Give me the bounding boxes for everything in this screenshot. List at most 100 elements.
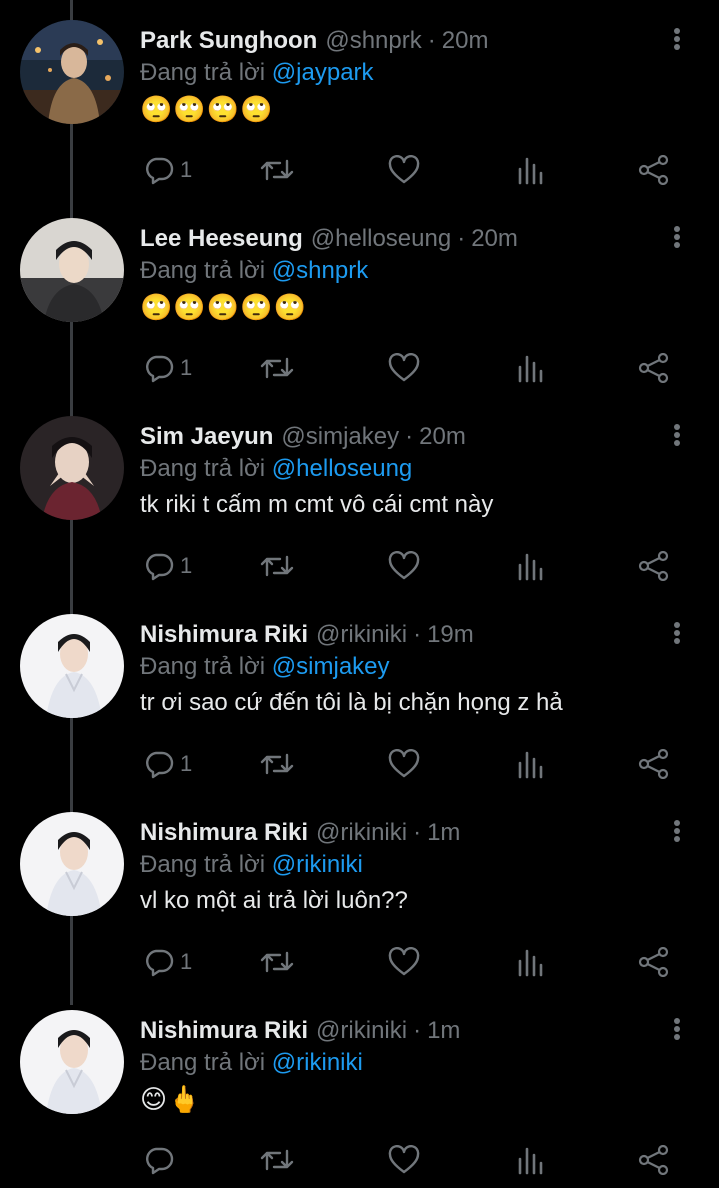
reply-count: 1 bbox=[180, 949, 193, 974]
reply-button[interactable] bbox=[144, 1142, 180, 1178]
view-stats-button[interactable] bbox=[516, 944, 544, 980]
avatar[interactable] bbox=[20, 218, 124, 322]
reply-icon bbox=[146, 751, 174, 779]
tweet-text: vl ko một ai trả lời luôn?? bbox=[140, 887, 408, 914]
reply-icon bbox=[146, 1147, 174, 1175]
mention-link[interactable]: @jaypark bbox=[272, 59, 374, 86]
tweet-item[interactable]: Nishimura Riki @rikiniki · 1m Đang trả lời … bbox=[0, 990, 719, 1188]
share-button[interactable] bbox=[638, 746, 670, 782]
view-stats-button[interactable] bbox=[516, 152, 544, 188]
replying-to-label: Đang trả lời bbox=[140, 653, 266, 680]
retweet-button[interactable] bbox=[260, 350, 294, 386]
reply-button[interactable]: 1 bbox=[144, 152, 192, 188]
view-stats-button[interactable] bbox=[516, 350, 544, 386]
replying-to-label: Đang trả lời bbox=[140, 851, 266, 878]
display-name[interactable]: Nishimura Riki bbox=[140, 621, 308, 648]
avatar[interactable] bbox=[20, 614, 124, 718]
reply-count: 1 bbox=[180, 355, 193, 380]
user-handle[interactable]: @rikiniki bbox=[316, 1017, 407, 1044]
tweet-item[interactable]: Park Sunghoon @shnprk · 20m Đang trả lời @j… bbox=[0, 0, 719, 198]
share-button[interactable] bbox=[638, 350, 670, 386]
timestamp[interactable]: 1m bbox=[427, 1017, 460, 1044]
heart-icon bbox=[388, 1145, 420, 1174]
retweet-icon bbox=[260, 357, 294, 379]
more-options-icon[interactable] bbox=[665, 1014, 689, 1044]
display-name[interactable]: Park Sunghoon bbox=[140, 27, 317, 54]
like-button[interactable] bbox=[388, 746, 420, 782]
view-stats-button[interactable] bbox=[516, 548, 544, 584]
like-button[interactable] bbox=[388, 944, 420, 980]
user-handle[interactable]: @simjakey bbox=[281, 423, 399, 450]
tweet-header: Lee Heeseung @helloseung · 20m bbox=[140, 224, 659, 254]
display-name[interactable]: Lee Heeseung bbox=[140, 225, 303, 252]
stats-icon bbox=[518, 751, 543, 779]
user-handle[interactable]: @helloseung bbox=[311, 225, 451, 252]
reply-button[interactable]: 1 bbox=[144, 944, 192, 980]
more-options-icon[interactable] bbox=[665, 420, 689, 450]
reply-button[interactable]: 1 bbox=[144, 746, 192, 782]
display-name[interactable]: Nishimura Riki bbox=[140, 819, 308, 846]
view-stats-button[interactable] bbox=[516, 746, 544, 782]
tweet-item[interactable]: Sim Jaeyun @simjakey · 20m Đang trả lời @he… bbox=[0, 396, 719, 594]
share-icon bbox=[638, 551, 669, 581]
timestamp[interactable]: 20m bbox=[471, 225, 518, 252]
like-button[interactable] bbox=[388, 1142, 420, 1178]
stats-icon bbox=[518, 157, 543, 185]
retweet-icon bbox=[260, 951, 294, 973]
reply-button[interactable]: 1 bbox=[144, 548, 192, 584]
mention-link[interactable]: @rikiniki bbox=[272, 851, 363, 878]
avatar[interactable] bbox=[20, 20, 124, 124]
retweet-button[interactable] bbox=[260, 548, 294, 584]
more-options-icon[interactable] bbox=[665, 618, 689, 648]
mention-link[interactable]: @shnprk bbox=[272, 257, 368, 284]
more-options-icon[interactable] bbox=[665, 816, 689, 846]
timestamp[interactable]: 20m bbox=[442, 27, 489, 54]
display-name[interactable]: Nishimura Riki bbox=[140, 1017, 308, 1044]
tweet-text: 🙄🙄🙄🙄 bbox=[140, 94, 274, 124]
retweet-button[interactable] bbox=[260, 152, 294, 188]
mention-link[interactable]: @helloseung bbox=[272, 455, 412, 482]
tweet-header: Nishimura Riki @rikiniki · 1m bbox=[140, 818, 659, 848]
retweet-button[interactable] bbox=[260, 746, 294, 782]
separator: · bbox=[457, 225, 466, 252]
share-button[interactable] bbox=[638, 152, 670, 188]
heart-icon bbox=[388, 749, 420, 778]
user-handle[interactable]: @rikiniki bbox=[316, 819, 407, 846]
share-button[interactable] bbox=[638, 1142, 670, 1178]
avatar[interactable] bbox=[20, 1010, 124, 1114]
mention-link[interactable]: @rikiniki bbox=[272, 1049, 363, 1076]
tweet-item[interactable]: Nishimura Riki @rikiniki · 1m Đang trả lời … bbox=[0, 792, 719, 990]
more-options-icon[interactable] bbox=[665, 222, 689, 252]
mention-link[interactable]: @simjakey bbox=[272, 653, 390, 680]
like-button[interactable] bbox=[388, 350, 420, 386]
share-button[interactable] bbox=[638, 548, 670, 584]
stats-icon bbox=[518, 355, 543, 383]
retweet-button[interactable] bbox=[260, 944, 294, 980]
replying-to-label: Đang trả lời bbox=[140, 1049, 266, 1076]
retweet-button[interactable] bbox=[260, 1142, 294, 1178]
like-button[interactable] bbox=[388, 548, 420, 584]
user-handle[interactable]: @shnprk bbox=[325, 27, 421, 54]
stats-icon bbox=[518, 553, 543, 581]
share-icon bbox=[638, 155, 669, 185]
view-stats-button[interactable] bbox=[516, 1142, 544, 1178]
display-name[interactable]: Sim Jaeyun bbox=[140, 423, 273, 450]
tweet-item[interactable]: Lee Heeseung @helloseung · 20m Đang trả lời… bbox=[0, 198, 719, 396]
avatar[interactable] bbox=[20, 812, 124, 916]
like-button[interactable] bbox=[388, 152, 420, 188]
timestamp[interactable]: 19m bbox=[427, 621, 474, 648]
action-bar: 1 bbox=[140, 548, 680, 584]
replying-to: Đang trả lời @simjakey bbox=[140, 652, 390, 682]
reply-icon bbox=[146, 949, 174, 977]
timestamp[interactable]: 20m bbox=[419, 423, 466, 450]
timestamp[interactable]: 1m bbox=[427, 819, 460, 846]
tweet-item[interactable]: Nishimura Riki @rikiniki · 19m Đang trả lời… bbox=[0, 594, 719, 792]
replying-to-label: Đang trả lời bbox=[140, 59, 266, 86]
reply-count: 1 bbox=[180, 553, 193, 578]
avatar[interactable] bbox=[20, 416, 124, 520]
reply-button[interactable]: 1 bbox=[144, 350, 192, 386]
retweet-icon bbox=[260, 753, 294, 775]
more-options-icon[interactable] bbox=[665, 24, 689, 54]
share-button[interactable] bbox=[638, 944, 670, 980]
user-handle[interactable]: @rikiniki bbox=[316, 621, 407, 648]
